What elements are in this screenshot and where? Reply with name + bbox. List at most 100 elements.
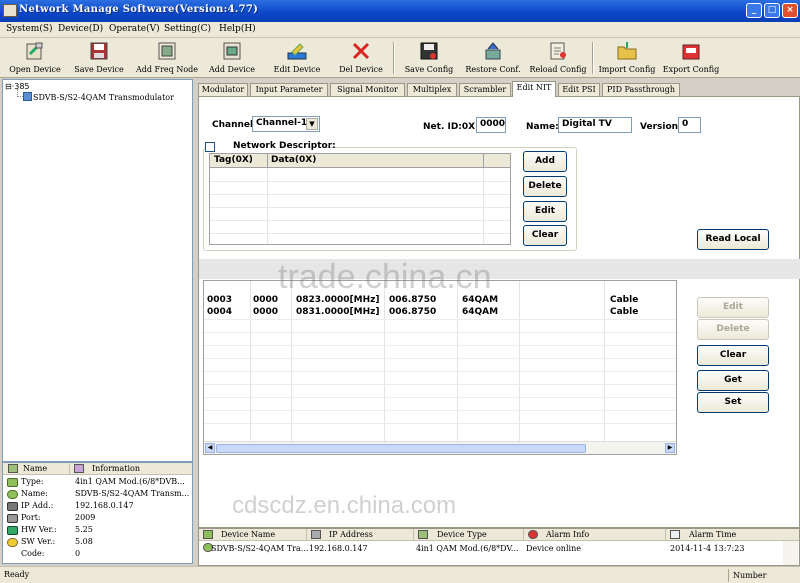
device-type-column-icon — [418, 530, 428, 539]
tab-edit-nit[interactable]: Edit NIT — [512, 81, 556, 97]
net-id-input[interactable]: 0000 — [476, 117, 506, 133]
info-header-name: Name — [23, 464, 48, 473]
add-device-button[interactable]: Add Device — [203, 38, 261, 78]
tab-modulator[interactable]: Modulator — [198, 83, 248, 96]
grid-line — [204, 345, 676, 346]
ip-column-icon — [311, 530, 321, 539]
toolbar-separator — [393, 42, 395, 74]
add-freq-node-label: Add Freq Node — [135, 65, 198, 74]
col-divider — [483, 154, 484, 168]
info-header-information: Information — [69, 464, 140, 475]
open-device-icon — [26, 42, 43, 60]
reload-config-icon — [550, 42, 566, 60]
menu-setting[interactable]: Setting(C) — [164, 24, 211, 34]
net-id-label: Net. ID:0X — [423, 122, 476, 132]
channel-select[interactable]: Channel-1 ▼ — [252, 116, 320, 132]
device-name-column-icon — [203, 530, 213, 539]
list-clear-button[interactable]: Clear — [697, 345, 769, 366]
set-button[interactable]: Set — [697, 392, 769, 413]
close-button[interactable]: × — [782, 3, 798, 18]
grid-line — [210, 181, 510, 182]
title-bar: Network Manage Software(Version:4.77) _ … — [0, 0, 800, 22]
reload-config-label: Reload Config — [529, 65, 587, 74]
save-device-label: Save Device — [74, 65, 124, 74]
tab-edit-psi[interactable]: Edit PSI — [558, 83, 600, 96]
col-ip-address: IP Address — [329, 530, 373, 539]
descriptor-clear-button[interactable]: Clear — [523, 225, 567, 246]
tab-strip: Modulator Input Parameter Signal Monitor… — [198, 80, 800, 97]
menu-operate[interactable]: Operate(V) — [109, 24, 160, 34]
tab-pid-passthrough[interactable]: PID Passthrough — [602, 83, 680, 96]
list-item[interactable]: 0004 0000 0831.0000[MHz] 006.8750 64QAM … — [204, 307, 676, 319]
app-icon — [3, 4, 17, 17]
save-config-icon — [420, 42, 438, 60]
device-tree[interactable]: ⊟·385 SDVB-S/S2-4QAM Transmodulator — [2, 79, 193, 462]
list-delete-button[interactable]: Delete — [697, 319, 769, 340]
add-device-label: Add Device — [208, 65, 255, 74]
export-config-icon — [682, 44, 700, 60]
edit-device-icon — [287, 43, 307, 60]
scroll-right-icon[interactable]: ▶ — [665, 443, 675, 453]
horizontal-scrollbar[interactable]: ◀ ▶ — [204, 441, 676, 454]
menu-system[interactable]: System(S) — [6, 24, 53, 34]
list-edit-button[interactable]: Edit — [697, 297, 769, 318]
tab-scrambler[interactable]: Scrambler — [459, 83, 511, 96]
open-device-button[interactable]: Open Device — [4, 38, 66, 78]
import-config-button[interactable]: Import Config — [596, 38, 658, 78]
version-input[interactable]: 0 — [678, 117, 701, 133]
descriptor-table-header: Tag(0X) Data(0X) — [210, 154, 510, 168]
save-device-icon — [90, 42, 108, 60]
restore-conf-button[interactable]: Restore Conf. — [462, 38, 524, 78]
scroll-left-icon[interactable]: ◀ — [205, 443, 215, 453]
port-icon — [7, 514, 18, 523]
vertical-scrollbar[interactable] — [783, 541, 798, 565]
status-number: Number — [728, 569, 798, 582]
grid-line — [204, 423, 676, 424]
menu-help[interactable]: Help(H) — [219, 24, 256, 34]
read-local-button[interactable]: Read Local — [697, 229, 769, 250]
reload-config-button[interactable]: Reload Config — [527, 38, 589, 78]
device-node-icon — [23, 92, 32, 101]
name-icon — [7, 490, 18, 499]
add-freq-node-icon — [158, 42, 176, 60]
col-data: Data(0X) — [271, 155, 317, 165]
edit-device-label: Edit Device — [273, 65, 321, 74]
chevron-down-icon[interactable]: ▼ — [306, 118, 318, 130]
open-device-label: Open Device — [9, 65, 61, 74]
descriptor-add-button[interactable]: Add — [523, 151, 567, 172]
col-divider — [523, 529, 524, 541]
tab-signal-monitor[interactable]: Signal Monitor — [330, 83, 405, 96]
descriptor-delete-button[interactable]: Delete — [523, 176, 567, 197]
transport-stream-list[interactable]: 0003 0000 0823.0000[MHz] 006.8750 64QAM … — [203, 280, 677, 455]
maximize-button[interactable]: □ — [764, 3, 780, 18]
descriptor-table[interactable]: Tag(0X) Data(0X) — [209, 153, 511, 245]
save-device-button[interactable]: Save Device — [70, 38, 128, 78]
save-config-button[interactable]: Save Config — [400, 38, 458, 78]
get-button[interactable]: Get — [697, 370, 769, 391]
grid-line — [204, 410, 676, 411]
version-label: Version — [640, 122, 679, 132]
menu-device[interactable]: Device(D) — [58, 24, 103, 34]
grid-line — [210, 233, 510, 234]
add-device-icon — [223, 42, 241, 60]
grid-line — [204, 371, 676, 372]
toolbar-separator — [592, 42, 594, 74]
scrollbar-thumb[interactable] — [216, 444, 586, 453]
status-text: Ready — [4, 570, 30, 579]
descriptor-edit-button[interactable]: Edit — [523, 201, 567, 222]
tab-input-parameter[interactable]: Input Parameter — [250, 83, 328, 96]
add-freq-node-button[interactable]: Add Freq Node — [134, 38, 200, 78]
col-divider — [413, 529, 414, 541]
info-row-port: Port: 2009 — [7, 513, 193, 525]
edit-device-button[interactable]: Edit Device — [267, 38, 327, 78]
info-row-ip: IP Add.: 192.168.0.147 — [7, 501, 193, 513]
name-input[interactable]: Digital TV — [558, 117, 632, 133]
col-device-name: Device Name — [221, 530, 276, 539]
network-descriptor-checkbox[interactable] — [205, 142, 215, 152]
export-config-label: Export Config — [662, 65, 720, 74]
tab-multiplex[interactable]: Multiplex — [407, 83, 457, 96]
tree-device-node[interactable]: SDVB-S/S2-4QAM Transmodulator — [33, 93, 174, 102]
del-device-button[interactable]: Del Device — [333, 38, 389, 78]
minimize-button[interactable]: _ — [746, 3, 762, 18]
export-config-button[interactable]: Export Config — [660, 38, 722, 78]
